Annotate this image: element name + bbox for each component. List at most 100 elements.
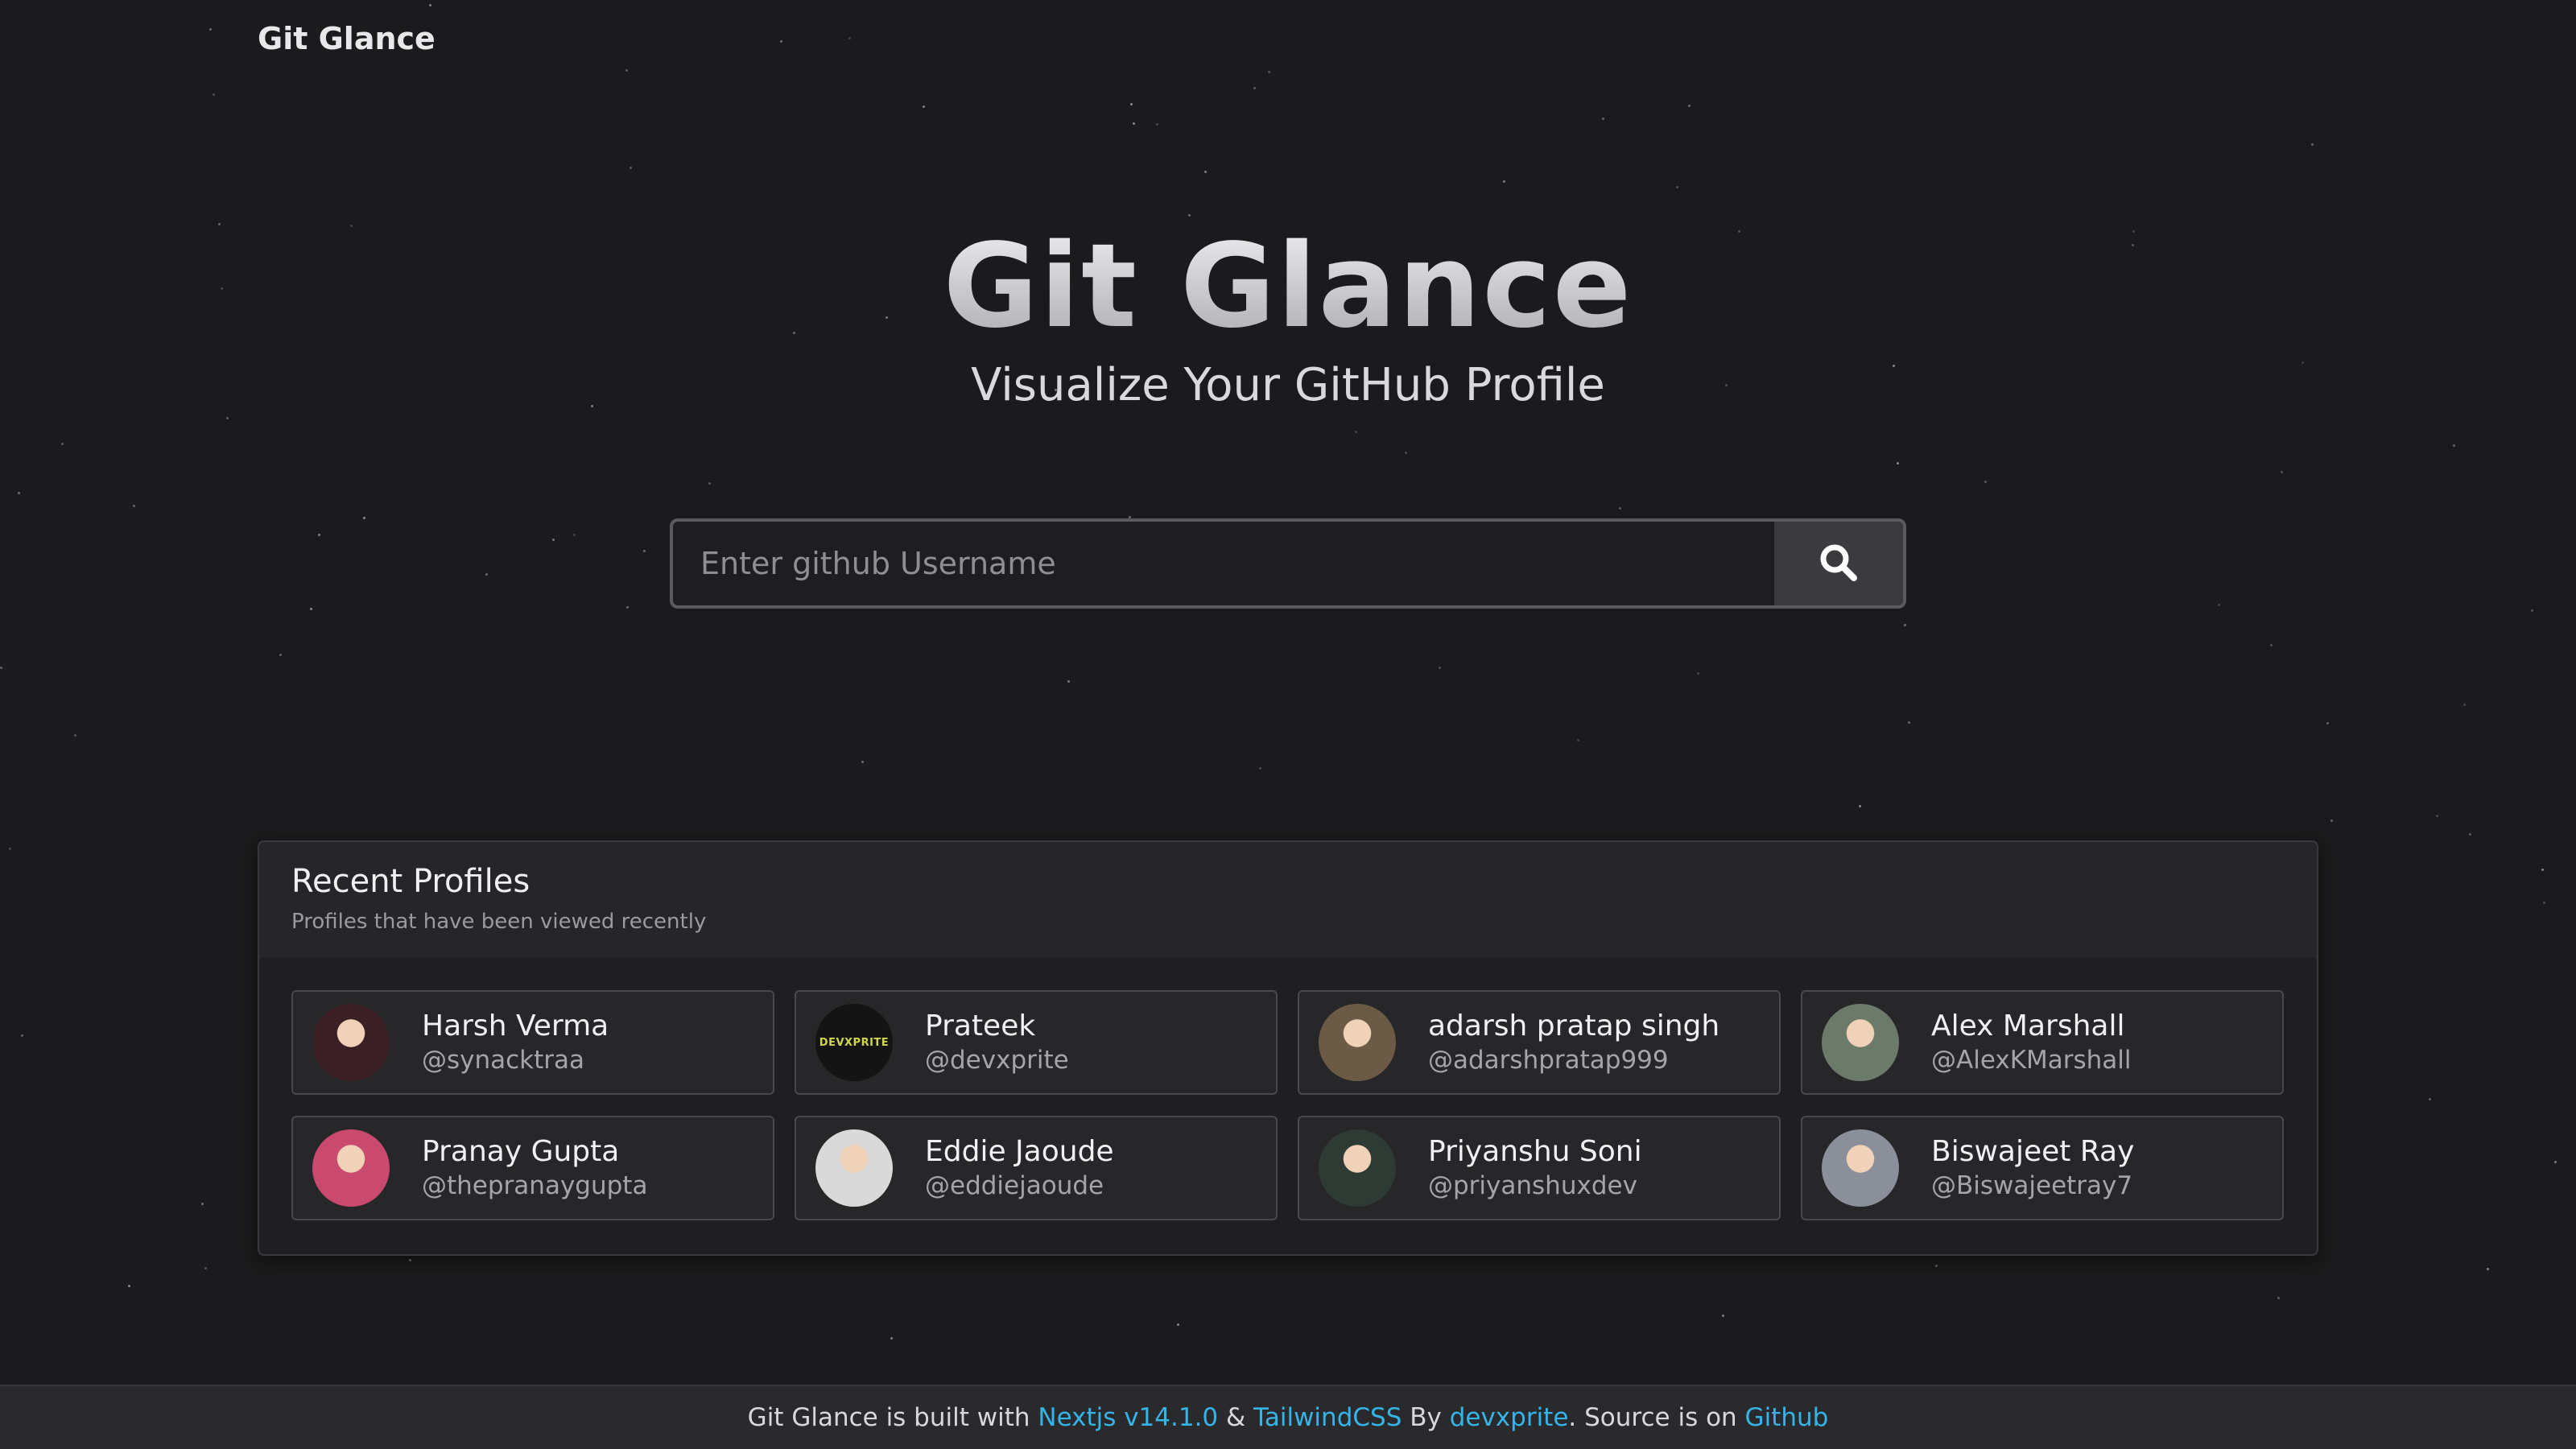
star <box>2453 444 2455 447</box>
star <box>1204 171 1207 173</box>
profile-card[interactable]: Eddie Jaoude @eddiejaoude <box>795 1116 1278 1220</box>
footer: Git Glance is built with Nextjs v14.1.0 … <box>0 1385 2576 1449</box>
star <box>708 482 711 485</box>
star <box>1984 481 1987 483</box>
star <box>1253 87 1256 89</box>
profile-handle: @Biswajeetray7 <box>1931 1171 2133 1200</box>
star <box>485 573 488 576</box>
footer-text: Git Glance is built with <box>747 1403 1038 1432</box>
star <box>318 534 320 536</box>
hero-section: Git Glance Visualize Your GitHub Profile <box>0 217 2576 411</box>
star <box>573 534 576 536</box>
star <box>2326 722 2329 724</box>
avatar <box>815 1129 893 1207</box>
hero-title: Git Glance <box>0 217 2576 354</box>
tailwind-link[interactable]: TailwindCSS <box>1253 1403 1402 1432</box>
profile-name: Prateek <box>925 1009 1036 1042</box>
star <box>2463 704 2466 706</box>
brand-logo[interactable]: Git Glance <box>258 21 436 56</box>
star <box>780 40 782 43</box>
star <box>1503 180 1505 183</box>
star <box>890 1337 893 1340</box>
star <box>1897 462 1899 464</box>
profile-card[interactable]: Pranay Gupta @thepranaygupta <box>291 1116 774 1220</box>
profile-name: Priyanshu Soni <box>1428 1135 1642 1168</box>
star <box>1676 186 1678 188</box>
star <box>552 539 555 541</box>
star <box>204 1267 207 1269</box>
avatar <box>1822 1129 1899 1207</box>
profile-card[interactable]: adarsh pratap singh @adarshpratap999 <box>1298 990 1781 1095</box>
profile-grid: Harsh Verma @synacktraa DEVXPRITE Prateek @d… <box>259 958 2317 1220</box>
star <box>1439 667 1441 669</box>
star <box>2218 604 2220 606</box>
profile-card[interactable]: Biswajeet Ray @Biswajeetray7 <box>1801 1116 2284 1220</box>
star <box>201 1203 204 1205</box>
star <box>21 1034 23 1037</box>
profile-handle: @AlexKMarshall <box>1931 1046 2132 1075</box>
star <box>1188 214 1191 217</box>
star <box>1619 507 1621 510</box>
search-button[interactable] <box>1774 522 1903 605</box>
source-link[interactable]: Github <box>1745 1403 1829 1432</box>
recent-profiles-panel: Recent Profiles Profiles that have been … <box>258 840 2318 1256</box>
star <box>2487 1268 2489 1270</box>
star <box>1935 1265 1938 1267</box>
star <box>626 606 629 609</box>
avatar-logo-text: DEVXPRITE <box>819 1036 890 1049</box>
star <box>310 608 312 610</box>
star <box>1602 118 1604 120</box>
star <box>643 550 646 552</box>
star <box>848 37 851 39</box>
avatar <box>1319 1129 1396 1207</box>
star <box>279 654 282 656</box>
star <box>363 517 365 519</box>
star <box>226 417 229 419</box>
star <box>2469 833 2471 836</box>
profile-card[interactable]: DEVXPRITE Prateek @devxprite <box>795 990 1278 1095</box>
profile-handle: @priyanshuxdev <box>1428 1171 1637 1200</box>
profile-handle: @adarshpratap999 <box>1428 1046 1669 1075</box>
star <box>2429 1098 2431 1100</box>
profile-name: adarsh pratap singh <box>1428 1009 1720 1042</box>
star <box>923 105 925 108</box>
star <box>1859 805 1861 807</box>
star <box>409 1259 411 1261</box>
star <box>1259 767 1261 770</box>
profile-handle: @devxprite <box>925 1046 1069 1075</box>
profile-name: Harsh Verma <box>422 1009 609 1042</box>
footer-text: . Source is on <box>1568 1403 1745 1432</box>
star <box>630 167 632 169</box>
star <box>74 734 76 737</box>
star <box>1156 123 1158 126</box>
profile-card[interactable]: Alex Marshall @AlexKMarshall <box>1801 990 2284 1095</box>
star <box>0 667 2 669</box>
profile-name: Eddie Jaoude <box>925 1135 1114 1168</box>
hero-subtitle: Visualize Your GitHub Profile <box>971 359 1605 411</box>
profile-card[interactable]: Priyanshu Soni @priyanshuxdev <box>1298 1116 1781 1220</box>
star <box>133 505 135 507</box>
star <box>1130 103 1133 105</box>
star <box>429 4 431 6</box>
star <box>128 1285 130 1287</box>
search-icon <box>1818 542 1860 586</box>
star <box>61 443 64 445</box>
star <box>18 492 20 494</box>
star <box>2277 1297 2280 1299</box>
avatar <box>312 1004 390 1081</box>
star <box>209 28 212 31</box>
panel-title: Recent Profiles <box>291 863 530 900</box>
search-input[interactable] <box>673 522 1774 605</box>
avatar <box>1822 1004 1899 1081</box>
star <box>2281 471 2283 473</box>
profile-name: Pranay Gupta <box>422 1135 620 1168</box>
profile-card[interactable]: Harsh Verma @synacktraa <box>291 990 774 1095</box>
star <box>1697 672 1699 675</box>
panel-header: Recent Profiles Profiles that have been … <box>259 842 2317 958</box>
avatar <box>312 1129 390 1207</box>
nextjs-link[interactable]: Nextjs v14.1.0 <box>1038 1403 1218 1432</box>
author-link[interactable]: devxprite <box>1450 1403 1569 1432</box>
star <box>9 848 11 850</box>
star <box>1355 431 1357 433</box>
star <box>1133 122 1135 125</box>
